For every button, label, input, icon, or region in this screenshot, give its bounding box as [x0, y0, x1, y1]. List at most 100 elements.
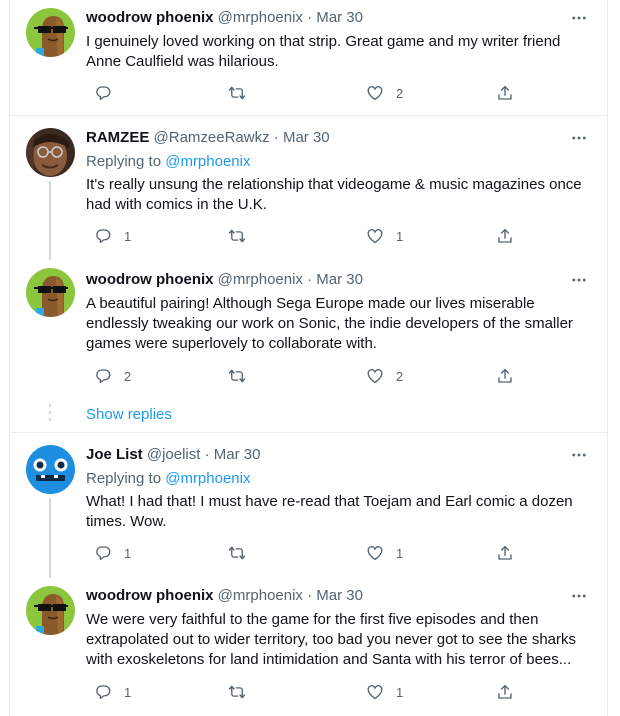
avatar[interactable] — [26, 8, 75, 57]
replying-to-link[interactable]: @mrphoenix — [165, 470, 250, 487]
user-handle[interactable]: @joelist — [147, 446, 201, 463]
avatar[interactable] — [26, 268, 75, 317]
separator-dot: · — [307, 9, 313, 26]
share-icon — [496, 84, 514, 102]
like-button[interactable]: 1 — [366, 226, 403, 246]
share-icon — [496, 544, 514, 562]
retweet-icon — [228, 227, 246, 245]
tweet-header: Joe List @joelist · Mar 30 — [86, 445, 260, 465]
replying-label: Replying to — [86, 153, 162, 170]
reply-button[interactable] — [94, 83, 124, 103]
reply-icon — [94, 683, 112, 701]
replying-to-link[interactable]: @mrphoenix — [165, 153, 250, 170]
action-bar: 1 1 — [86, 226, 526, 246]
user-handle[interactable]: @mrphoenix — [218, 587, 303, 604]
share-icon — [496, 227, 514, 245]
reply-icon — [94, 367, 112, 385]
reply-button[interactable]: 1 — [94, 682, 131, 702]
heart-icon — [366, 84, 384, 102]
like-button[interactable]: 1 — [366, 543, 403, 563]
display-name[interactable]: woodrow phoenix — [86, 9, 214, 26]
replying-label: Replying to — [86, 470, 162, 487]
heart-icon — [366, 544, 384, 562]
tweet-text: We were very faithful to the game for th… — [86, 611, 576, 668]
avatar[interactable] — [26, 586, 75, 635]
tweet-header: woodrow phoenix @mrphoenix · Mar 30 — [86, 270, 363, 290]
retweet-button[interactable] — [228, 366, 246, 386]
separator-dot: · — [307, 587, 313, 604]
reply-button[interactable]: 1 — [94, 226, 131, 246]
tweet-header: woodrow phoenix @mrphoenix · Mar 30 — [86, 8, 363, 28]
tweet-text: It's really unsung the relationship that… — [86, 176, 582, 213]
display-name[interactable]: woodrow phoenix — [86, 587, 214, 604]
more-icon[interactable] — [569, 586, 589, 606]
heart-icon — [366, 683, 384, 701]
tweet-text: I genuinely loved working on that strip.… — [86, 33, 561, 70]
tweet[interactable]: RAMZEE @RamzeeRawkz · Mar 30 Replying to… — [10, 116, 607, 260]
separator-dot: · — [307, 271, 313, 288]
more-icon[interactable] — [569, 128, 589, 148]
share-button[interactable] — [496, 83, 514, 103]
like-count: 2 — [396, 85, 404, 101]
tweet-header: woodrow phoenix @mrphoenix · Mar 30 — [86, 586, 363, 606]
thread-line — [49, 498, 51, 578]
reply-button[interactable]: 1 — [94, 543, 131, 563]
display-name[interactable]: RAMZEE — [86, 129, 149, 146]
action-bar: 1 1 — [86, 682, 526, 702]
action-bar: 1 1 — [86, 543, 526, 563]
retweet-icon — [228, 367, 246, 385]
share-button[interactable] — [496, 226, 514, 246]
more-icon[interactable] — [569, 8, 589, 28]
timestamp[interactable]: Mar 30 — [214, 446, 261, 463]
more-icon[interactable] — [569, 445, 589, 465]
reply-count: 1 — [124, 228, 132, 244]
more-icon[interactable] — [569, 270, 589, 290]
retweet-button[interactable] — [228, 226, 246, 246]
like-button[interactable]: 2 — [366, 366, 403, 386]
reply-count: 1 — [124, 545, 132, 561]
tweet[interactable]: woodrow phoenix @mrphoenix · Mar 30 We w… — [10, 578, 607, 716]
like-button[interactable]: 1 — [366, 682, 403, 702]
action-bar: 2 2 — [86, 366, 526, 386]
share-button[interactable] — [496, 543, 514, 563]
retweet-button[interactable] — [228, 83, 246, 103]
reply-icon — [94, 84, 112, 102]
user-handle[interactable]: @RamzeeRawkz — [154, 129, 270, 146]
reply-icon — [94, 227, 112, 245]
thread-line — [49, 181, 51, 260]
timestamp[interactable]: Mar 30 — [283, 129, 330, 146]
share-button[interactable] — [496, 366, 514, 386]
show-replies-link[interactable]: Show replies — [86, 405, 172, 425]
tweet[interactable]: woodrow phoenix @mrphoenix · Mar 30 I ge… — [10, 0, 607, 115]
tweet-header: RAMZEE @RamzeeRawkz · Mar 30 — [86, 128, 330, 148]
avatar[interactable] — [26, 128, 75, 177]
reply-button[interactable]: 2 — [94, 366, 131, 386]
separator-dot: · — [204, 446, 210, 463]
reply-count: 2 — [124, 368, 132, 384]
timestamp[interactable]: Mar 30 — [316, 9, 363, 26]
like-count: 1 — [396, 684, 404, 700]
retweet-button[interactable] — [228, 543, 246, 563]
timeline: woodrow phoenix @mrphoenix · Mar 30 I ge… — [9, 0, 608, 716]
tweet[interactable]: Joe List @joelist · Mar 30 Replying to @… — [10, 433, 607, 578]
reply-icon — [94, 544, 112, 562]
user-handle[interactable]: @mrphoenix — [218, 9, 303, 26]
tweet[interactable]: woodrow phoenix @mrphoenix · Mar 30 A be… — [10, 260, 607, 430]
retweet-button[interactable] — [228, 682, 246, 702]
retweet-icon — [228, 544, 246, 562]
avatar[interactable] — [26, 445, 75, 494]
separator-dot: · — [273, 129, 279, 146]
user-handle[interactable]: @mrphoenix — [218, 271, 303, 288]
tweet-text: A beautiful pairing! Although Sega Europ… — [86, 295, 573, 352]
replying-to: Replying to @mrphoenix — [86, 152, 250, 172]
timestamp[interactable]: Mar 30 — [316, 587, 363, 604]
display-name[interactable]: woodrow phoenix — [86, 271, 214, 288]
like-count: 2 — [396, 368, 404, 384]
display-name[interactable]: Joe List — [86, 446, 143, 463]
heart-icon — [366, 367, 384, 385]
share-icon — [496, 683, 514, 701]
heart-icon — [366, 227, 384, 245]
timestamp[interactable]: Mar 30 — [316, 271, 363, 288]
like-button[interactable]: 2 — [366, 83, 403, 103]
share-button[interactable] — [496, 682, 514, 702]
